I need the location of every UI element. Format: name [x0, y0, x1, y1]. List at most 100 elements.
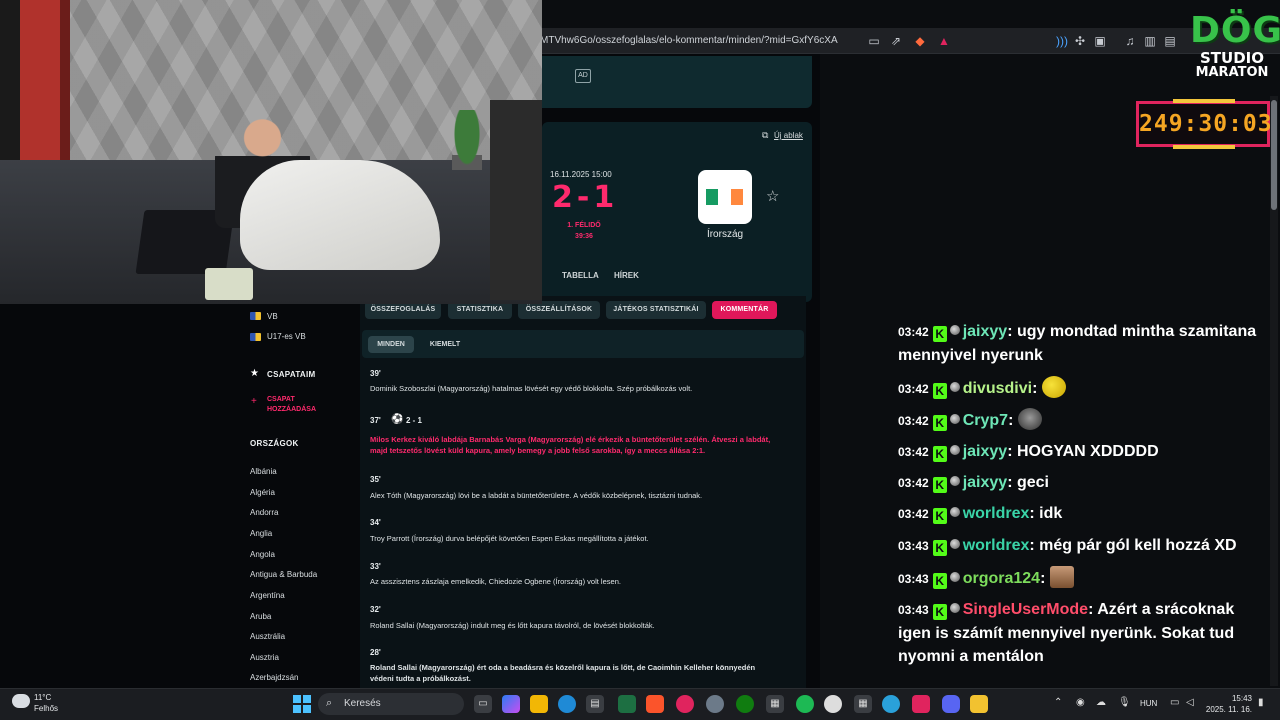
calculator-icon[interactable]: ▦ — [766, 695, 784, 713]
match-date: 16.11.2025 15:00 — [550, 170, 612, 179]
spotify-icon[interactable] — [796, 695, 814, 713]
windows-start-icon[interactable] — [293, 695, 311, 713]
excel-icon[interactable] — [618, 695, 636, 713]
notifications-icon[interactable]: ▮ — [1258, 697, 1264, 708]
sidebar-icon[interactable]: ▥ — [1140, 31, 1160, 51]
chat-username[interactable]: divusdivi — [963, 380, 1032, 397]
copilot-icon[interactable] — [502, 695, 520, 713]
brave-shield-icon[interactable]: ◆ — [910, 31, 930, 51]
volume-icon[interactable]: ◁ — [1186, 697, 1194, 708]
scrollbar-thumb[interactable] — [1271, 100, 1277, 210]
discord-icon[interactable] — [942, 695, 960, 713]
sidebar-item-u17[interactable]: U17-es VB — [267, 332, 306, 341]
chat-time: 03:42 — [898, 382, 929, 396]
chat-username[interactable]: orgora124 — [963, 570, 1040, 587]
wallet-icon[interactable]: ▤ — [1160, 31, 1180, 51]
brave-icon[interactable] — [646, 695, 664, 713]
tray-chevron-icon[interactable]: ⌃ — [1054, 697, 1062, 708]
edge-icon[interactable] — [558, 695, 576, 713]
goal-event-text: Milos Kerkez kiváló labdája Barnabás Var… — [370, 435, 771, 455]
onedrive-icon[interactable]: ☁ — [1096, 697, 1106, 708]
share-icon[interactable]: ⇗ — [886, 31, 906, 51]
chat-username[interactable]: jaixyy — [963, 323, 1007, 340]
sidebar-country[interactable]: Ausztria — [250, 653, 279, 662]
timer-value: 249:30:03 — [1139, 111, 1273, 137]
media-icon[interactable]: ♫ — [1120, 31, 1140, 51]
chat-time: 03:43 — [898, 572, 929, 586]
away-team-name[interactable]: Írország — [690, 229, 760, 240]
telegram-icon[interactable] — [882, 695, 900, 713]
clock-date: 2025. 11. 16. — [1205, 705, 1252, 714]
network-icon[interactable]: ▭ — [1170, 697, 1179, 708]
chat-username[interactable]: Cryp7 — [963, 412, 1008, 429]
skull-emote-icon — [1017, 408, 1042, 430]
taskbar-search[interactable]: Keresés — [318, 693, 464, 715]
extensions-icon[interactable]: ✣ — [1070, 31, 1090, 51]
tab-hirek[interactable]: HÍREK — [614, 271, 639, 280]
event-minute: 39' — [370, 369, 381, 378]
app-icon[interactable] — [676, 695, 694, 713]
kick-icon: K — [932, 383, 947, 399]
sidebar-country[interactable]: Andorra — [250, 508, 278, 517]
new-window-link[interactable]: Új ablak — [774, 131, 803, 140]
sidebar-country[interactable]: Algéria — [250, 488, 275, 497]
timer-top-bar — [1173, 99, 1235, 103]
chat-username[interactable]: SingleUserMode — [963, 601, 1088, 618]
sidebar-country[interactable]: Argentína — [250, 591, 285, 600]
screenshot-icon[interactable]: ▣ — [1090, 31, 1110, 51]
chat-username[interactable]: jaixyy — [963, 474, 1007, 491]
calculator-2-icon[interactable]: ▦ — [854, 695, 872, 713]
audio-icon[interactable]: ))) — [1052, 31, 1072, 51]
sidebar-item-vb[interactable]: VB — [267, 312, 278, 321]
rockstar-icon[interactable] — [970, 695, 988, 713]
store-icon[interactable]: ▤ — [586, 695, 604, 713]
sidebar-country[interactable]: Azerbajdzsán — [250, 673, 298, 682]
rewards-icon[interactable]: ▲ — [934, 31, 954, 51]
sidebar-country[interactable]: Antigua & Barbuda — [250, 570, 317, 579]
weather-widget[interactable]: 11°C Felhős — [34, 692, 58, 714]
plant — [452, 110, 482, 170]
task-view-icon[interactable]: ▭ — [474, 695, 492, 713]
tab-jatekos-statisztikai[interactable]: JÁTÉKOS STATISZTIKÁI — [606, 301, 706, 319]
tray-app-icon[interactable]: ◉ — [1076, 697, 1085, 708]
tab-kommentar[interactable]: KOMMENTÁR — [712, 301, 777, 319]
event-minute: 33' — [370, 562, 381, 571]
goal-ball-icon: ⚽ — [391, 414, 404, 425]
sidebar-country[interactable]: Aruba — [250, 612, 271, 621]
obs-icon[interactable] — [824, 695, 842, 713]
clock-time: 15:43 — [1231, 694, 1252, 703]
xbox-icon[interactable] — [736, 695, 754, 713]
sidebar-country[interactable]: Ausztrália — [250, 632, 285, 641]
filter-minden[interactable]: MINDEN — [368, 336, 414, 353]
app-2-icon[interactable] — [912, 695, 930, 713]
plus-icon[interactable]: + — [251, 396, 257, 407]
chat-time: 03:42 — [898, 507, 929, 521]
address-bar[interactable]: MTVhw6Go/osszefoglalas/elo-kommentar/min… — [540, 30, 860, 52]
cast-icon[interactable]: ▭ — [864, 31, 884, 51]
settings-icon[interactable] — [706, 695, 724, 713]
microphone-icon[interactable]: 🎙 — [1118, 697, 1131, 708]
add-team-button[interactable]: CSAPAT HOZZÁADÁSA — [267, 395, 337, 415]
sidebar-country[interactable]: Albánia — [250, 467, 277, 476]
event-minute: 34' — [370, 518, 381, 527]
sidebar-country[interactable]: Angola — [250, 550, 275, 559]
chat-username[interactable]: worldrex — [963, 537, 1030, 554]
ireland-flag-icon[interactable] — [698, 170, 752, 224]
kick-icon: K — [932, 508, 947, 524]
timer-bottom-bar — [1173, 145, 1235, 149]
chat-text: geci — [1016, 474, 1049, 491]
chat-username[interactable]: worldrex — [963, 505, 1030, 522]
dog-studio-maraton-logo: DÖG STUDIO MARATON — [1190, 12, 1280, 92]
input-language[interactable]: HUN — [1140, 699, 1157, 708]
tab-tabella[interactable]: TABELLA — [562, 271, 599, 280]
system-clock[interactable]: 15:43 2025. 11. 16. — [1204, 693, 1252, 715]
logo-word-maraton: MARATON — [1195, 65, 1269, 80]
favorite-star-icon[interactable]: ☆ — [766, 187, 779, 205]
filter-kiemelt[interactable]: KIEMELT — [420, 336, 470, 353]
countries-heading: ORSZÁGOK — [250, 439, 299, 448]
cloud-weather-icon[interactable] — [12, 694, 30, 708]
chat-username[interactable]: jaixyy — [963, 443, 1007, 460]
sidebar-country[interactable]: Anglia — [250, 529, 272, 538]
file-explorer-icon[interactable] — [530, 695, 548, 713]
chat-text: HOGYAN XDDDDD — [1016, 443, 1159, 460]
